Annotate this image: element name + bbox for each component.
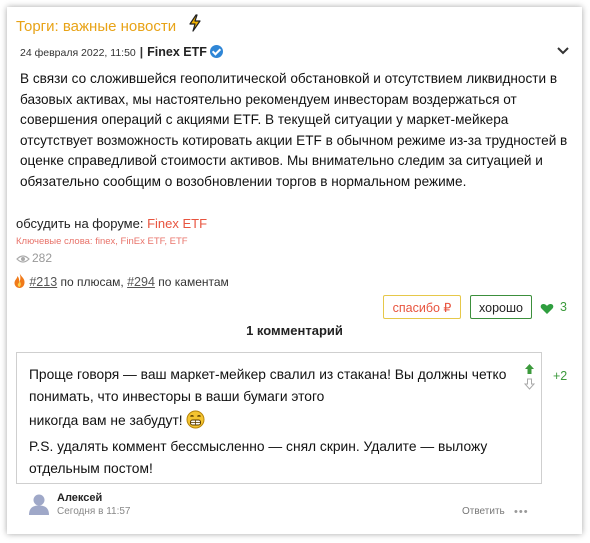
comment-score: +2 (553, 369, 568, 383)
comment-line-2-wrap: никогда вам не забудут! (29, 410, 514, 436)
keywords[interactable]: Ключевые слова: finex, FinEx ETF, ETF (16, 236, 188, 247)
comment-author[interactable]: Алексей (57, 492, 102, 504)
comment-time: Сегодня в 11:57 (57, 506, 131, 517)
forum-link[interactable]: Finex ETF (147, 216, 207, 231)
post-author[interactable]: Finex ETF (147, 45, 207, 59)
comments-header: 1 комментарий (246, 323, 343, 338)
heart-icon[interactable] (540, 302, 554, 320)
post-card: Торги: важные новости 24 февраля 2022, 1… (7, 7, 582, 534)
avatar-icon[interactable] (28, 492, 50, 521)
post-body: В связи со сложившейся геополитической о… (16, 69, 574, 192)
good-button[interactable]: хорошо (470, 295, 532, 319)
post-body-text: В связи со сложившейся геополитической о… (20, 71, 568, 189)
forum-prefix: обсудить на форуме: (16, 216, 144, 231)
eye-icon (16, 255, 30, 263)
post-meta: 24 февраля 2022, 11:50 | Finex ETF (20, 45, 223, 59)
lightning-icon (188, 14, 202, 37)
views-value: 282 (32, 251, 53, 265)
thanks-button[interactable]: спасибо ₽ (383, 295, 461, 319)
reply-link[interactable]: Ответить (462, 506, 505, 517)
comment-line-1: Проще говоря — ваш маркет-мейкер свалил … (29, 367, 507, 404)
rank-comments-link[interactable]: #294 (127, 275, 155, 289)
views-count: 282 (16, 251, 52, 265)
likes-count: 3 (560, 300, 567, 314)
grin-emoji-icon (186, 410, 205, 436)
post-date: 24 февраля 2022, 11:50 (20, 47, 136, 59)
forum-line: обсудить на форуме: Finex ETF (16, 216, 207, 231)
rank-comments-label: по каментам (158, 275, 229, 289)
meta-separator: | (139, 45, 144, 59)
comment-text: Проще говоря — ваш маркет-мейкер свалил … (29, 364, 514, 480)
more-options-icon[interactable]: ••• (514, 506, 529, 518)
fire-icon (14, 273, 25, 288)
post-title[interactable]: Торги: важные новости (16, 18, 176, 35)
rank-plus-link[interactable]: #213 (29, 275, 57, 289)
verified-icon (209, 45, 223, 58)
chevron-down-icon[interactable] (556, 44, 570, 56)
comment-line-3: P.S. удалять коммент бессмысленно — снял… (29, 439, 488, 476)
rank-line: #213 по плюсам, #294 по каментам (13, 272, 229, 289)
rank-plus-label: по плюсам, (60, 275, 124, 289)
comment-line-2: никогда вам не забудут! (29, 413, 183, 428)
arrow-down-icon[interactable] (523, 377, 536, 395)
